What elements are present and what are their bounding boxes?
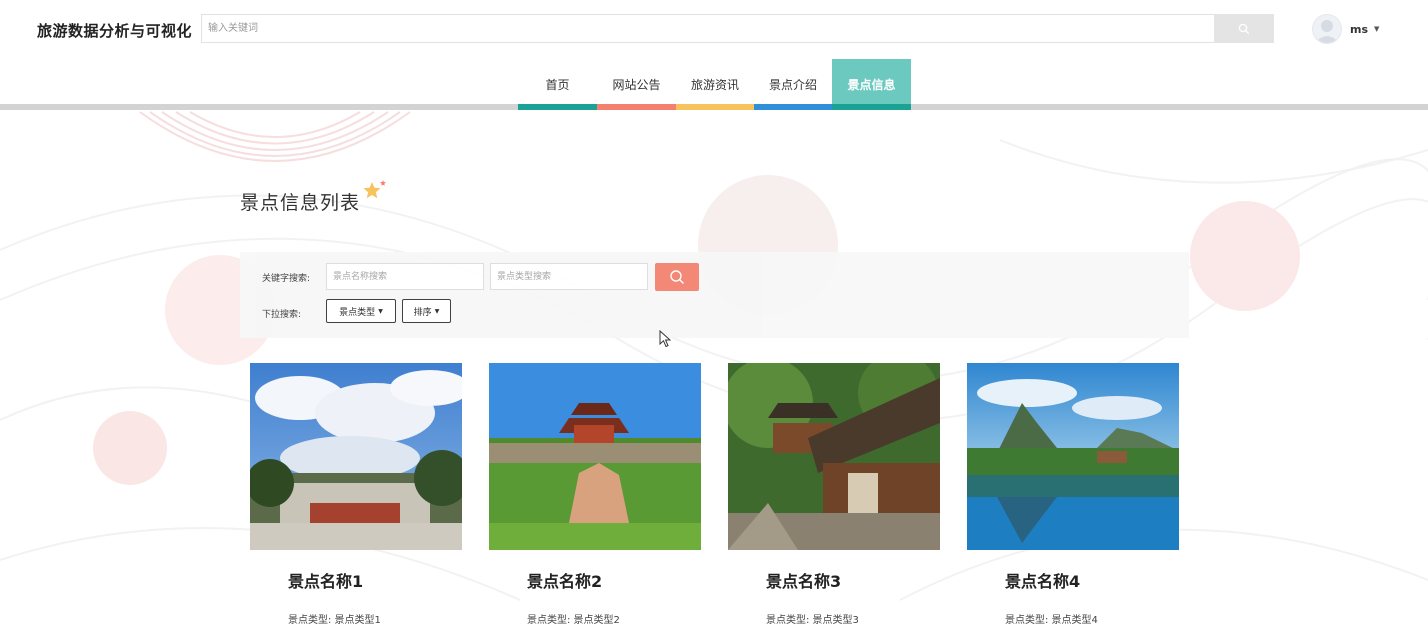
- sort-dropdown-label: 排序: [413, 307, 432, 318]
- attraction-name[interactable]: 景点名称4: [1005, 568, 1080, 592]
- attraction-name[interactable]: 景点名称2: [527, 568, 602, 592]
- keyword-search-label: 关键字搜索:: [262, 274, 311, 284]
- attraction-name-search-input[interactable]: [326, 263, 484, 290]
- attraction-name[interactable]: 景点名称1: [288, 568, 363, 592]
- search-icon: [1238, 23, 1250, 34]
- user-menu[interactable]: ms ▼: [1312, 14, 1379, 44]
- global-search-button[interactable]: [1214, 14, 1274, 43]
- caret-down-icon: ▼: [434, 307, 440, 315]
- nav-item-home[interactable]: 首页: [518, 59, 597, 110]
- attraction-type: 景点类型: 景点类型4: [1005, 615, 1098, 626]
- site-title[interactable]: 旅游数据分析与可视化: [37, 20, 192, 41]
- attraction-photo[interactable]: [967, 363, 1179, 550]
- nav-underline: [754, 104, 832, 110]
- type-dropdown[interactable]: 景点类型 ▼: [326, 299, 396, 323]
- caret-down-icon: ▼: [378, 307, 383, 315]
- attraction-photo[interactable]: [250, 363, 462, 550]
- avatar-icon: [1312, 14, 1342, 44]
- search-button[interactable]: [655, 263, 699, 291]
- nav-underline: [676, 104, 754, 110]
- attraction-type: 景点类型: 景点类型1: [288, 615, 381, 626]
- nav-item-label: 首页: [545, 78, 570, 92]
- attraction-photo[interactable]: [489, 363, 701, 550]
- username: ms: [1350, 22, 1369, 36]
- nav-item-attraction-info[interactable]: 景点信息: [832, 59, 911, 110]
- main-nav: 首页 网站公告 旅游资讯 景点介绍 景点信息: [0, 57, 1428, 111]
- nav-item-announcements[interactable]: 网站公告: [597, 59, 676, 110]
- attraction-photo[interactable]: [728, 363, 940, 550]
- dropdown-search-label: 下拉搜索:: [262, 310, 302, 320]
- attraction-card[interactable]: 景点名称3 景点类型: 景点类型3: [728, 363, 940, 626]
- attraction-card[interactable]: 景点名称1 景点类型: 景点类型1: [250, 363, 462, 626]
- mouse-cursor-icon: [659, 330, 671, 348]
- nav-item-label: 景点信息: [847, 78, 896, 92]
- nav-item-label: 景点介绍: [768, 78, 817, 92]
- type-dropdown-label: 景点类型: [339, 307, 376, 318]
- attraction-type-search-input[interactable]: [490, 263, 648, 290]
- nav-underline: [832, 104, 911, 110]
- nav-underline: [518, 104, 597, 110]
- global-search: [201, 14, 1274, 43]
- nav-item-label: 网站公告: [612, 78, 661, 92]
- caret-down-icon: ▼: [1374, 25, 1380, 33]
- sort-dropdown[interactable]: 排序 ▼: [402, 299, 451, 323]
- nav-underline: [597, 104, 676, 110]
- star-icon: [363, 180, 386, 199]
- search-icon: [670, 270, 684, 284]
- attraction-type: 景点类型: 景点类型3: [766, 615, 859, 626]
- search-panel: 关键字搜索: 下拉搜索: 景点类型▼ 排序▼: [240, 252, 1189, 338]
- nav-item-label: 旅游资讯: [690, 78, 739, 92]
- attraction-name[interactable]: 景点名称3: [766, 568, 841, 592]
- nav-item-attraction-intro[interactable]: 景点介绍: [754, 59, 832, 110]
- nav-item-travel-news[interactable]: 旅游资讯: [676, 59, 754, 110]
- global-search-input[interactable]: [202, 15, 1220, 42]
- attraction-card[interactable]: 景点名称2 景点类型: 景点类型2: [489, 363, 701, 626]
- top-bar: 旅游数据分析与可视化 ms ▼: [0, 0, 1428, 57]
- attraction-card[interactable]: 景点名称4 景点类型: 景点类型4: [967, 363, 1179, 626]
- page-title: 景点信息列表: [240, 192, 361, 214]
- attraction-type: 景点类型: 景点类型2: [527, 615, 620, 626]
